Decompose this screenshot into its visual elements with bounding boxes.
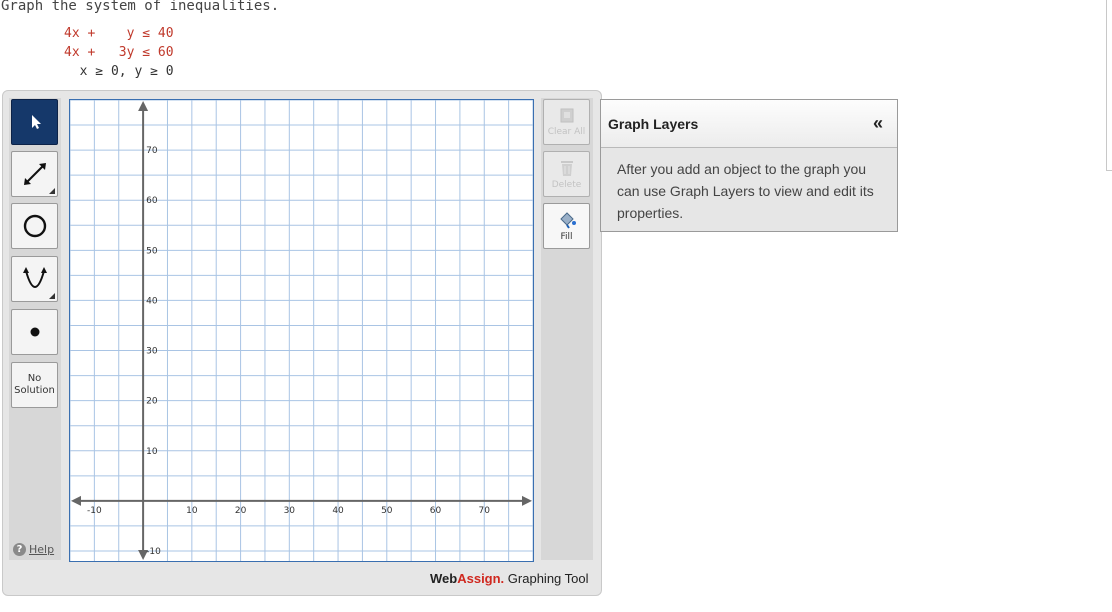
graph-layers-panel: Graph Layers « After you add an object t… [600,99,898,232]
submenu-corner-icon [49,293,55,299]
y-tick-label: 60 [146,196,158,206]
question-prompt: Graph the system of inequalities. [1,0,280,14]
clear-all-label: Clear All [547,126,586,137]
y-tick-label: 70 [146,146,158,156]
no-solution-button[interactable]: No Solution [11,362,58,408]
no-solution-label-1: No [27,373,42,384]
y-axis-arrow-up [138,101,149,111]
submenu-corner-icon [49,188,55,194]
delete-label: Delete [551,179,582,190]
x-tick-label: 60 [430,506,442,516]
x-tick-label: -10 [87,506,102,516]
inequality-1: 4x + y ≤ 40 [64,26,174,41]
inequality-3: x ≥ 0, y ≥ 0 [64,64,174,79]
help-link[interactable]: ? Help [13,543,54,556]
circle-tool-button[interactable] [11,203,58,249]
fill-button[interactable]: Fill [543,203,590,249]
collapse-icon[interactable]: « [873,113,883,134]
y-tick-label: -10 [146,547,161,557]
arrow-pointer-icon [31,115,41,129]
y-tick-label: 50 [146,246,158,256]
trash-icon [560,160,573,176]
graph-layers-title: Graph Layers [608,115,699,132]
x-axis-arrow-left [71,495,81,506]
graph-layers-description: After you add an object to the graph you… [617,161,874,221]
graph-layers-header: Graph Layers « [601,100,897,148]
point-icon [30,327,39,337]
inequality-2-rhs: 3y ≤ 60 [118,45,174,60]
fill-label: Fill [560,231,573,242]
line-tool-button[interactable] [11,151,58,197]
page-scrollbar-edge [1106,0,1112,171]
inequality-3-text: x ≥ 0, y ≥ 0 [64,64,174,79]
brand-web: Web [430,571,458,586]
x-tick-label: 70 [479,506,491,516]
x-tick-label: 40 [332,506,344,516]
line-segment-icon [23,163,46,185]
clear-all-icon [560,108,573,122]
parabola-tool-button[interactable] [11,256,58,302]
y-tick-label: 40 [146,296,158,306]
brand-assign: Assign. [457,571,505,586]
paint-bucket-icon [559,211,576,229]
inequality-2: 4x + 3y ≤ 60 [64,45,174,60]
circle-icon [23,214,46,238]
x-tick-label: 20 [235,506,247,516]
parabola-icon [22,267,47,288]
coordinate-grid[interactable]: -10 10 20 30 40 50 60 70 70 60 50 40 30 20 10 -10 [69,99,534,561]
graph-canvas[interactable]: -10 10 20 30 40 50 60 70 70 60 50 40 30 20 10 -10 [69,99,534,562]
inequality-2-lhs: 4x + [64,45,119,60]
no-solution-label-2: Solution [14,385,55,396]
select-tool-button[interactable] [11,99,58,145]
inequality-1-lhs: 4x + [64,26,127,41]
y-tick-label: 20 [146,397,158,407]
y-tick-label: 10 [146,447,158,457]
help-icon: ? [13,543,26,556]
clear-all-button[interactable]: Clear All [543,99,590,145]
delete-button[interactable]: Delete [543,151,590,197]
y-tick-label: 30 [146,347,158,357]
x-tick-label: 30 [284,506,296,516]
brand-suffix: Graphing Tool [504,571,589,586]
inequality-1-rhs: y ≤ 40 [126,26,174,41]
x-axis-arrow-right [522,495,532,506]
help-label: Help [29,543,55,556]
point-tool-button[interactable] [11,309,58,355]
webassign-brand: WebAssign. Graphing Tool [430,571,589,586]
x-tick-label: 50 [381,506,393,516]
x-tick-label: 10 [186,506,198,516]
